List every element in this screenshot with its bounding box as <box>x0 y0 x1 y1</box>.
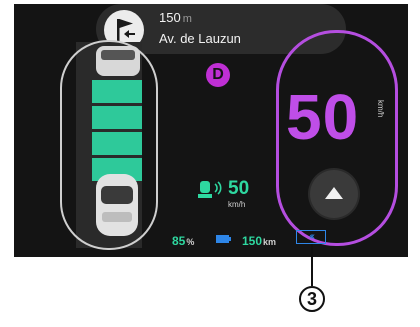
speed-unit: km/h <box>376 100 385 118</box>
lane-segment <box>92 132 142 155</box>
current-speed: 50 <box>286 81 360 153</box>
nav-distance-unit: m <box>182 13 192 25</box>
callout-line <box>311 244 313 286</box>
battery-tip <box>229 237 231 241</box>
nav-distance-value: 150 <box>159 10 181 25</box>
range-value: 150 <box>242 234 263 248</box>
gear-indicator: D <box>206 63 230 87</box>
nav-street-name: Av. de Lauzun <box>159 31 241 46</box>
battery-level: 85% <box>172 234 194 248</box>
lane-segment <box>92 106 142 129</box>
regen-braking-icon: ‹‹‹ <box>296 230 326 244</box>
battery-level-unit: % <box>186 237 195 247</box>
battery-icon <box>216 235 229 243</box>
nav-distance: 150 m <box>159 10 192 25</box>
speed-limit-unit: km/h <box>228 200 246 209</box>
battery-level-value: 85 <box>172 234 186 248</box>
range-unit: km <box>263 237 277 247</box>
callout-label: 3 <box>299 286 325 312</box>
car-icon <box>96 174 138 236</box>
lane-segment <box>92 80 142 103</box>
car-icon <box>96 46 140 76</box>
heading-arrow-icon <box>325 187 343 199</box>
adaptive-cruise-icon <box>198 181 222 198</box>
range: 150km <box>242 234 276 248</box>
speed-limit-value: 50 <box>228 178 250 199</box>
